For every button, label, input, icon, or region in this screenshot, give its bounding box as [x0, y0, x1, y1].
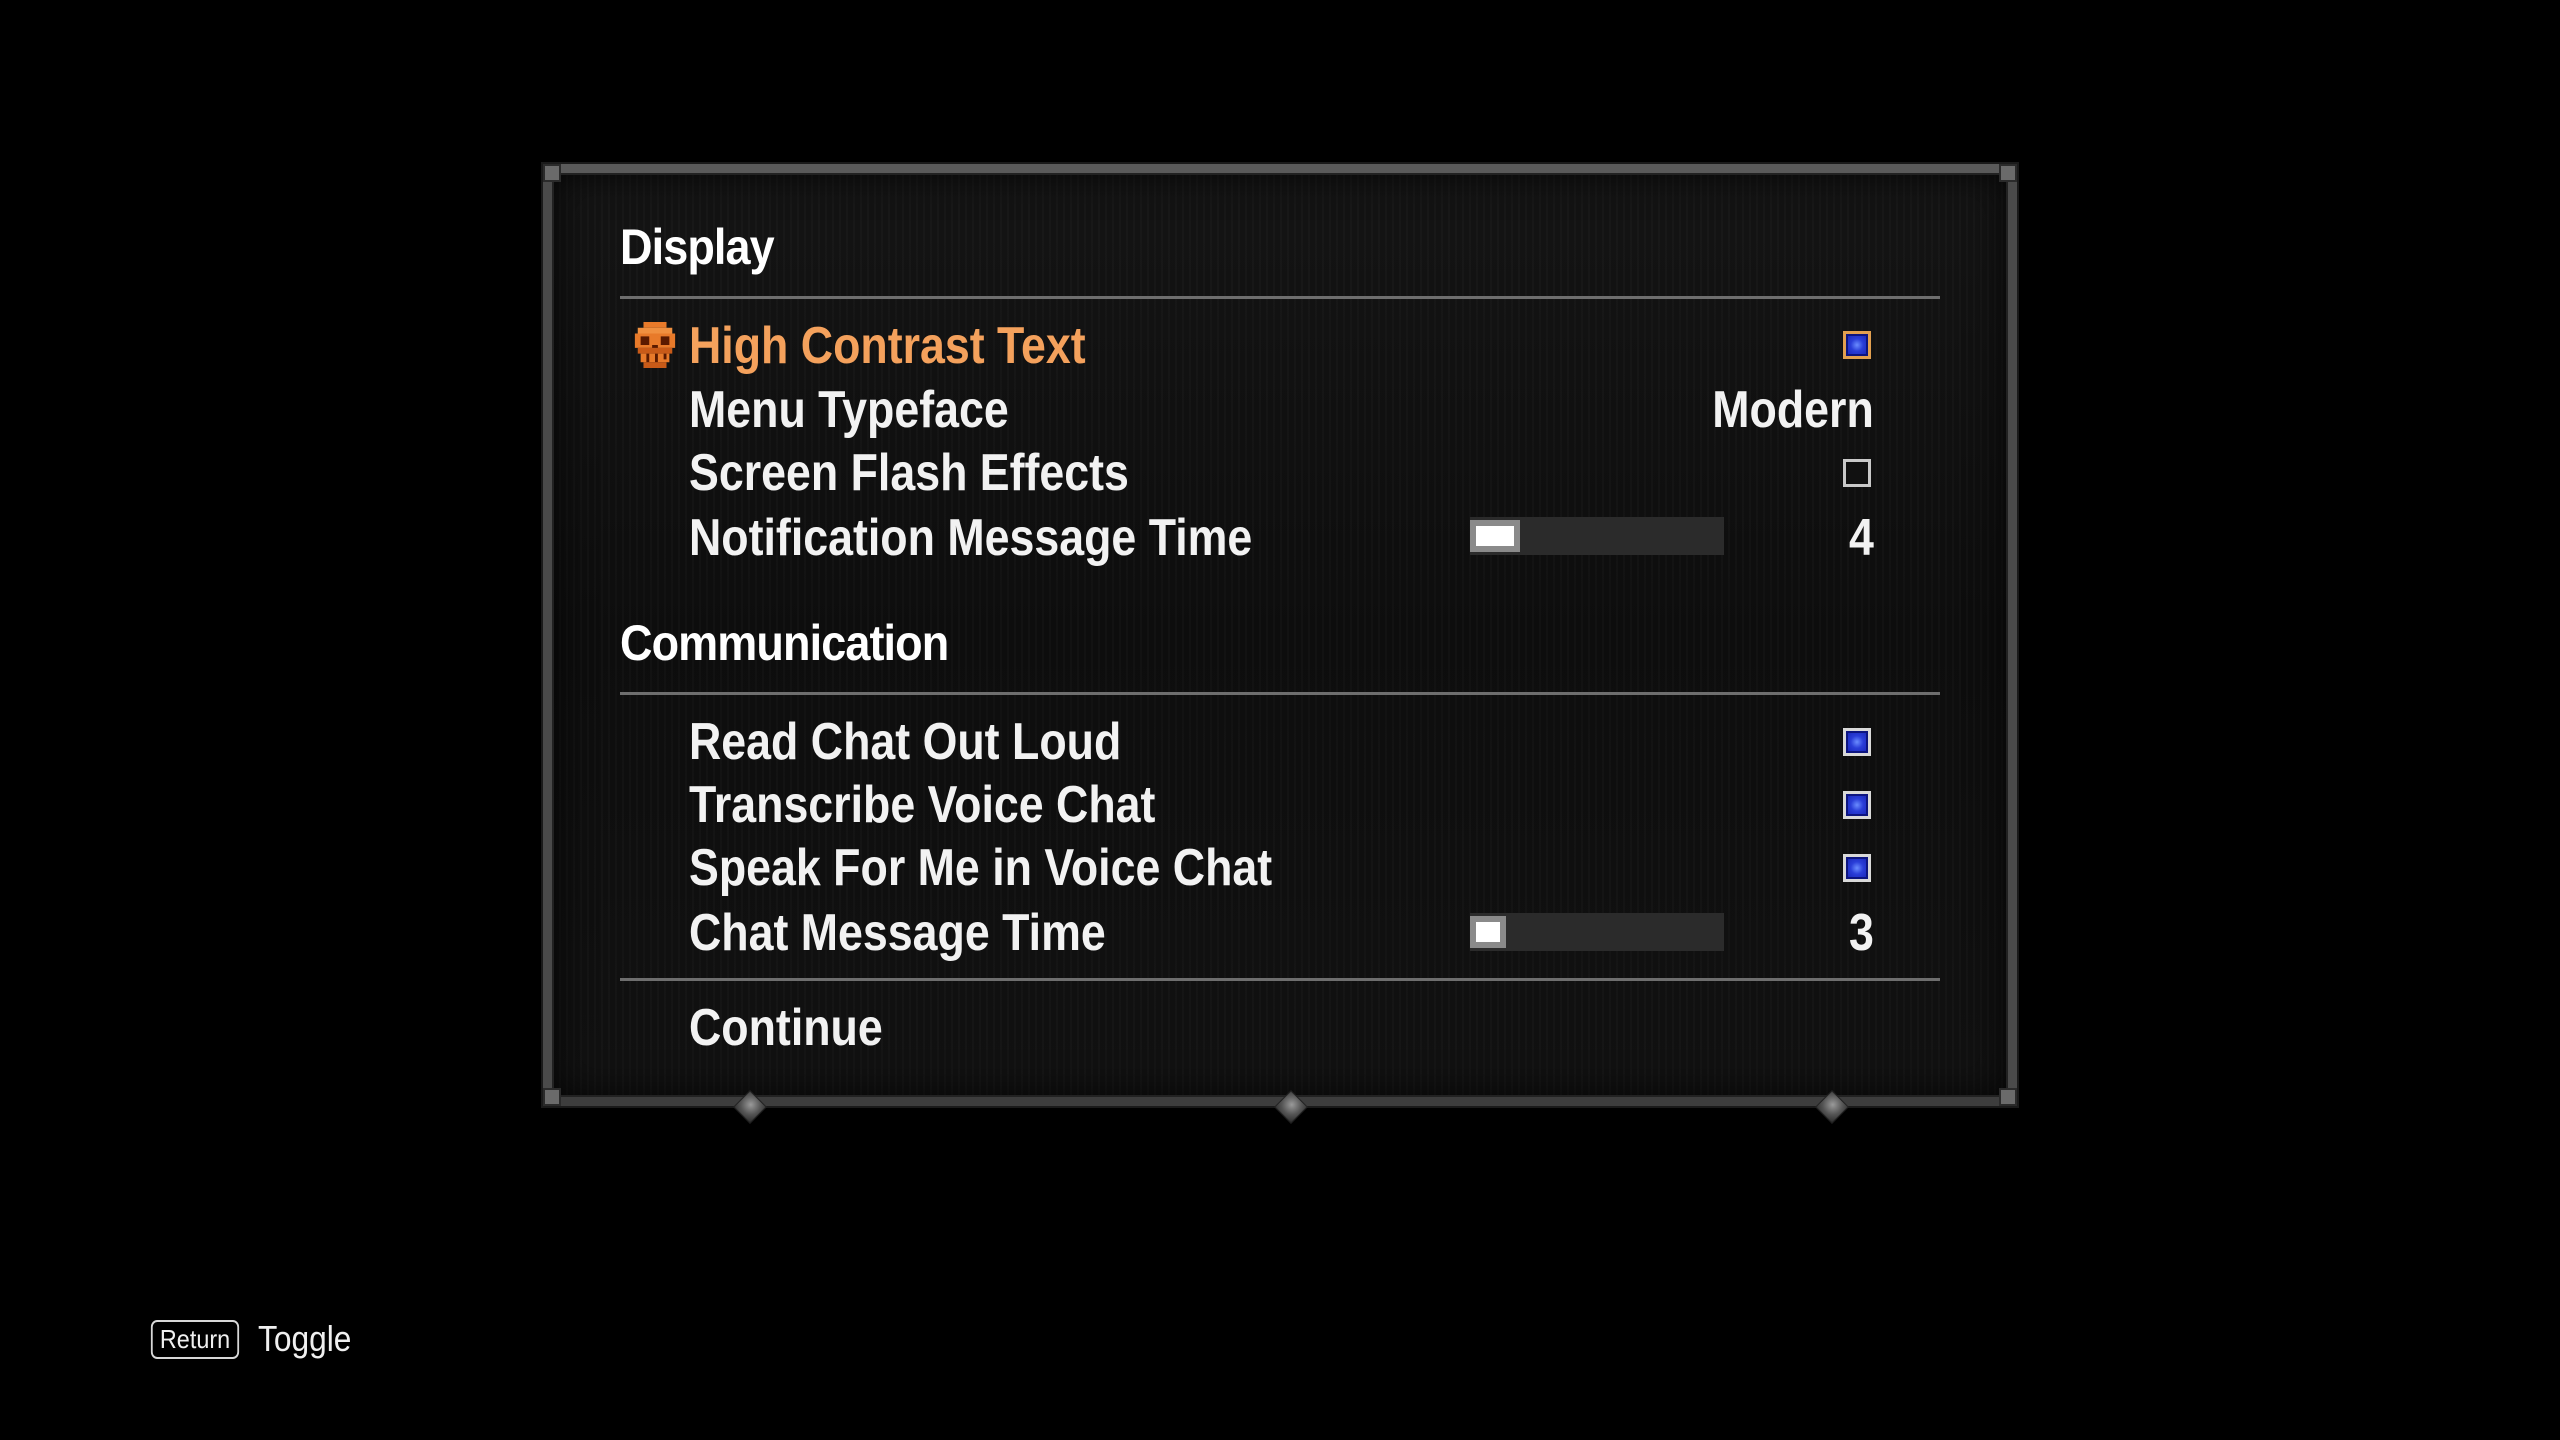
- section-divider: [620, 692, 1940, 695]
- checkbox-read-chat-out-loud[interactable]: [1843, 728, 1871, 756]
- option-read-chat-out-loud[interactable]: Read Chat Out Loud: [689, 712, 1121, 772]
- slider-notification-message-time[interactable]: [1470, 517, 1724, 555]
- option-menu-typeface[interactable]: Menu Typeface: [689, 380, 1009, 440]
- slider-thumb[interactable]: [1470, 916, 1506, 948]
- continue-button[interactable]: Continue: [689, 998, 883, 1058]
- slider-chat-message-time[interactable]: [1470, 913, 1724, 951]
- checkbox-screen-flash-effects[interactable]: [1843, 459, 1871, 487]
- panel-corner: [1999, 164, 2017, 182]
- option-notification-message-time[interactable]: Notification Message Time: [689, 508, 1252, 568]
- section-divider: [620, 296, 1940, 299]
- option-speak-for-me-in-voice-chat[interactable]: Speak For Me in Voice Chat: [689, 838, 1272, 898]
- option-high-contrast-text[interactable]: High Contrast Text: [689, 316, 1086, 376]
- section-title-display: Display: [620, 219, 775, 275]
- option-transcribe-voice-chat[interactable]: Transcribe Voice Chat: [689, 775, 1155, 835]
- checkbox-speak-for-me-in-voice-chat[interactable]: [1843, 854, 1871, 882]
- section-title-communication: Communication: [620, 615, 949, 671]
- notification-message-time-value: 4: [1849, 509, 1874, 567]
- panel-corner: [543, 164, 561, 182]
- option-screen-flash-effects[interactable]: Screen Flash Effects: [689, 443, 1129, 503]
- control-hint: Return Toggle: [146, 1318, 364, 1360]
- option-chat-message-time[interactable]: Chat Message Time: [689, 903, 1106, 963]
- chat-message-time-value: 3: [1849, 904, 1874, 962]
- panel-stud: [1274, 1090, 1308, 1124]
- section-divider: [620, 978, 1940, 981]
- return-key-glyph: Return: [150, 1319, 240, 1359]
- slider-thumb-fill: [1476, 922, 1500, 942]
- checkbox-transcribe-voice-chat[interactable]: [1843, 791, 1871, 819]
- panel-stud: [1815, 1090, 1849, 1124]
- hint-action-label: Toggle: [258, 1318, 352, 1359]
- checkbox-high-contrast-text[interactable]: [1843, 331, 1871, 359]
- skull-icon: [634, 322, 676, 368]
- panel-corner: [543, 1088, 561, 1106]
- slider-thumb[interactable]: [1470, 520, 1520, 552]
- menu-typeface-value[interactable]: Modern: [1713, 380, 1874, 440]
- panel-stud: [733, 1090, 767, 1124]
- slider-thumb-fill: [1476, 526, 1514, 546]
- panel-corner: [1999, 1088, 2017, 1106]
